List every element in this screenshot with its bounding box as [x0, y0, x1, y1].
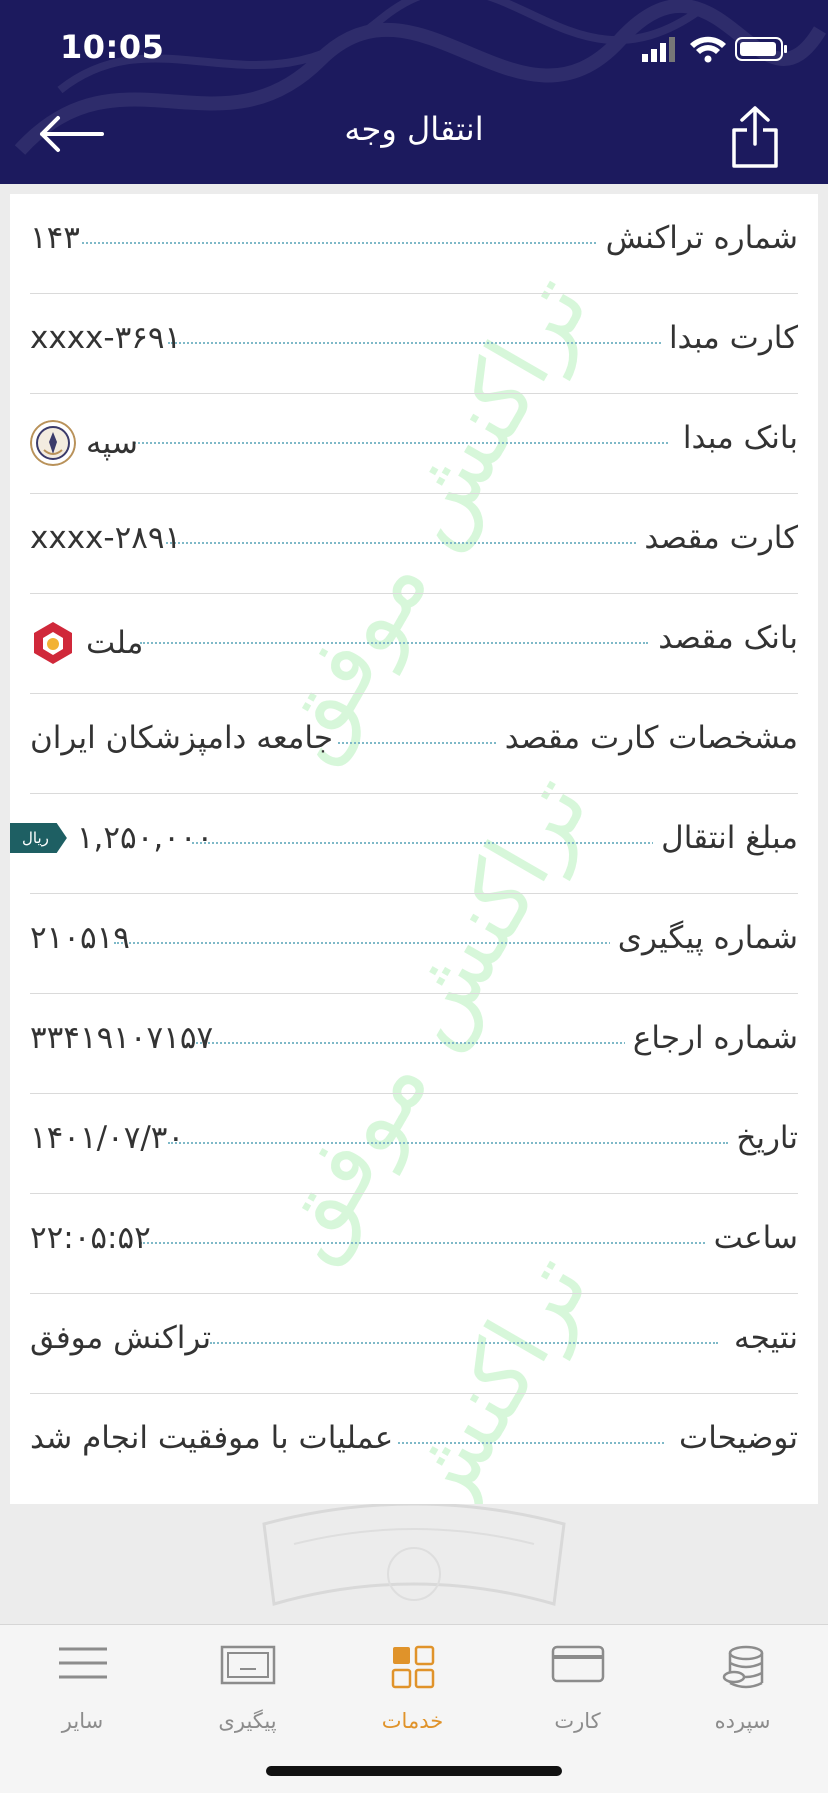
- dotted-leader: [114, 942, 622, 944]
- dotted-leader: [398, 1442, 664, 1444]
- bank-emblem-watermark: [262, 1504, 566, 1606]
- grid-services-icon: [391, 1645, 434, 1689]
- row-value: ملت: [30, 620, 143, 666]
- dotted-leader: [210, 1342, 718, 1344]
- credit-card-icon: [551, 1645, 604, 1683]
- row-value: xxxx-۲۸۹۱: [30, 520, 181, 556]
- sepah-bank-logo-icon: [30, 420, 76, 466]
- receipt-card: تراکنش موفق تراکنش موفق تراکنش موفق شمار…: [10, 194, 818, 1504]
- value-text: ملت: [86, 625, 144, 661]
- dotted-leader: [168, 1142, 728, 1144]
- app-header: 10:05 انتقال وجه: [0, 0, 828, 184]
- battery-icon: [735, 37, 787, 61]
- row-value: ۱۴۳: [30, 220, 80, 256]
- receipt-tray-icon: [220, 1645, 275, 1685]
- row-label: بانک مقصد: [650, 620, 798, 656]
- share-icon[interactable]: [730, 104, 780, 170]
- row-amount: مبلغ انتقال ۱,۲۵۰,۰۰۰ ریال: [10, 794, 798, 894]
- row-label: نتیجه: [726, 1320, 798, 1356]
- value-text: عملیات با موفقیت انجام شد: [30, 1420, 394, 1456]
- dotted-leader: [82, 242, 628, 244]
- tab-label: کارت: [554, 1709, 601, 1733]
- value-text: جامعه دامپزشکان ایران: [30, 720, 334, 756]
- row-label: بانک مبدا: [674, 420, 798, 456]
- row-source-bank: بانک مبدا سپه: [30, 394, 798, 494]
- row-value: ۱۴۰۱/۰۷/۳۰: [30, 1120, 184, 1156]
- row-value: ۳۳۴۱۹۱۰۷۱۵۷: [30, 1020, 213, 1056]
- tab-deposit[interactable]: سپرده: [660, 1625, 825, 1745]
- mellat-bank-logo-icon: [34, 622, 72, 664]
- value-text: xxxx-۳۶۹۱: [30, 320, 182, 356]
- value-text: ۱۴۳: [30, 220, 80, 256]
- row-value: سپه: [30, 420, 138, 466]
- row-value: عملیات با موفقیت انجام شد: [30, 1420, 393, 1456]
- value-text: ۱,۲۵۰,۰۰۰: [76, 820, 214, 856]
- value-text: تراکنش موفق: [30, 1320, 212, 1356]
- row-label: مشخصات کارت مقصد: [496, 720, 798, 756]
- home-indicator[interactable]: [266, 1766, 562, 1776]
- value-text: ۲۱۰۵۱۹: [30, 920, 130, 956]
- row-label: شماره پیگیری: [609, 920, 798, 956]
- row-time: ساعت ۲۲:۰۵:۵۲: [30, 1194, 798, 1294]
- tab-other[interactable]: سایر: [0, 1625, 165, 1745]
- dotted-leader: [192, 842, 658, 844]
- row-value: ۲۲:۰۵:۵۲: [30, 1220, 151, 1256]
- row-result: نتیجه تراکنش موفق: [30, 1294, 798, 1394]
- status-time: 10:05: [60, 28, 165, 66]
- back-arrow-icon[interactable]: [36, 114, 106, 154]
- status-icons: [642, 36, 787, 63]
- row-label: تاریخ: [728, 1120, 798, 1156]
- row-value: xxxx-۳۶۹۱: [30, 320, 181, 356]
- row-description: توضیحات عملیات با موفقیت انجام شد: [30, 1394, 798, 1494]
- dotted-leader: [192, 1042, 638, 1044]
- row-destination-bank: بانک مقصد ملت: [30, 594, 798, 694]
- tab-tracking[interactable]: پیگیری: [165, 1625, 330, 1745]
- row-value: ۲۱۰۵۱۹: [30, 920, 130, 956]
- tab-label: خدمات: [381, 1709, 444, 1733]
- row-value: جامعه دامپزشکان ایران: [30, 720, 333, 756]
- row-source-card: کارت مبدا xxxx-۳۶۹۱: [30, 294, 798, 394]
- value-text: ۱۴۰۱/۰۷/۳۰: [30, 1120, 185, 1156]
- row-date: تاریخ ۱۴۰۱/۰۷/۳۰: [30, 1094, 798, 1194]
- row-label: توضیحات: [671, 1420, 798, 1456]
- tab-card[interactable]: کارت: [495, 1625, 660, 1745]
- row-tracking-number: شماره پیگیری ۲۱۰۵۱۹: [30, 894, 798, 994]
- row-destination-card: کارت مقصد xxxx-۲۸۹۱: [30, 494, 798, 594]
- dotted-leader: [140, 1242, 712, 1244]
- tab-label: سایر: [61, 1709, 104, 1733]
- currency-badge: ریال: [10, 823, 67, 853]
- dotted-leader: [338, 742, 508, 744]
- wifi-icon: [690, 36, 726, 63]
- coin-stack-icon: [722, 1645, 763, 1689]
- value-text: ۳۳۴۱۹۱۰۷۱۵۷: [30, 1020, 214, 1056]
- row-label: کارت مقصد: [636, 520, 798, 556]
- tab-label: پیگیری: [218, 1709, 277, 1733]
- dotted-leader: [168, 342, 668, 344]
- tab-services[interactable]: خدمات: [330, 1625, 495, 1745]
- menu-lines-icon: [58, 1647, 107, 1679]
- row-transaction-number: شماره تراکنش ۱۴۳: [30, 194, 798, 294]
- row-destination-card-owner: مشخصات کارت مقصد جامعه دامپزشکان ایران: [30, 694, 798, 794]
- dotted-leader: [140, 642, 648, 644]
- value-text: xxxx-۲۸۹۱: [30, 520, 182, 556]
- value-text: ۲۲:۰۵:۵۲: [30, 1220, 151, 1256]
- dotted-leader: [134, 442, 668, 444]
- row-label: مبلغ انتقال: [653, 820, 798, 856]
- row-reference-number: شماره ارجاع ۳۳۴۱۹۱۰۷۱۵۷: [30, 994, 798, 1094]
- row-value: ۱,۲۵۰,۰۰۰ ریال: [10, 820, 213, 856]
- signal-icon: [642, 37, 675, 62]
- row-label: ساعت: [705, 1220, 798, 1256]
- row-label: کارت مبدا: [660, 320, 798, 356]
- value-text: سپه: [86, 425, 138, 461]
- row-label: شماره تراکنش: [597, 220, 798, 256]
- dotted-leader: [166, 542, 648, 544]
- row-value: تراکنش موفق: [30, 1320, 211, 1356]
- row-label: شماره ارجاع: [624, 1020, 798, 1056]
- tab-label: سپرده: [714, 1709, 771, 1733]
- page-title: انتقال وجه: [344, 110, 484, 148]
